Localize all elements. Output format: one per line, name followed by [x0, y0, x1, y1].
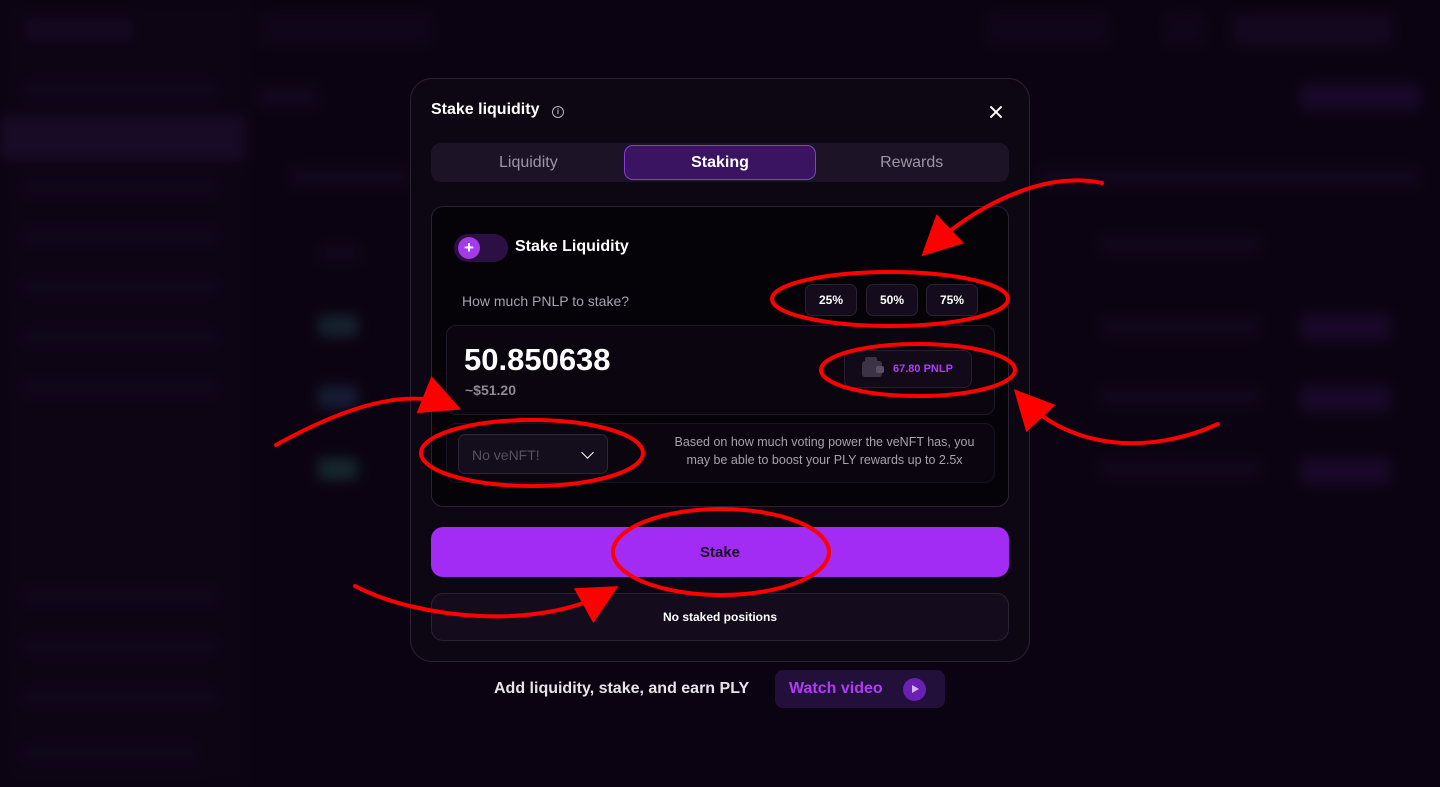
stake-panel: + Stake Liquidity How much PNLP to stake… — [431, 206, 1009, 507]
percent-25-button[interactable]: 25% — [805, 284, 857, 316]
wallet-icon — [862, 357, 884, 377]
balance-max-button[interactable]: 67.80 PNLP — [844, 350, 972, 388]
stake-liquidity-modal: Stake liquidity i Liquidity Staking Rewa… — [410, 78, 1030, 662]
footer-text: Add liquidity, stake, and earn PLY — [494, 680, 750, 697]
watch-video-label: Watch video — [789, 680, 883, 697]
staked-positions-box: No staked positions — [431, 593, 1009, 641]
tab-bar: Liquidity Staking Rewards — [431, 143, 1009, 182]
plus-icon: + — [458, 237, 480, 259]
stake-button[interactable]: Stake — [431, 527, 1009, 577]
modal-title: Stake liquidity — [431, 101, 540, 118]
venft-info-text: Based on how much voting power the veNFT… — [674, 435, 975, 467]
stake-amount-question: How much PNLP to stake? — [462, 293, 630, 309]
tab-staking[interactable]: Staking — [623, 145, 817, 180]
amount-usd-value: ~$51.20 — [465, 382, 516, 398]
venft-select[interactable]: No veNFT! — [458, 434, 608, 474]
tab-rewards[interactable]: Rewards — [816, 145, 1007, 180]
play-icon — [903, 678, 926, 701]
venft-box: No veNFT! Based on how much voting power… — [446, 423, 995, 483]
no-positions-text: No staked positions — [662, 610, 778, 624]
watch-video-button[interactable]: Watch video — [775, 670, 945, 708]
toggle-label: Stake Liquidity — [515, 238, 629, 255]
amount-input[interactable] — [464, 342, 764, 378]
venft-placeholder: No veNFT! — [472, 447, 540, 463]
info-icon[interactable]: i — [552, 106, 564, 118]
chevron-down-icon — [581, 446, 594, 459]
percent-50-button[interactable]: 50% — [866, 284, 918, 316]
percent-75-button[interactable]: 75% — [926, 284, 978, 316]
amount-box: ~$51.20 67.80 PNLP — [446, 325, 995, 415]
close-icon[interactable] — [985, 101, 1007, 123]
stake-liquidity-toggle[interactable]: + — [454, 234, 508, 262]
balance-label: 67.80 PNLP — [893, 363, 953, 375]
tab-liquidity[interactable]: Liquidity — [433, 145, 624, 180]
